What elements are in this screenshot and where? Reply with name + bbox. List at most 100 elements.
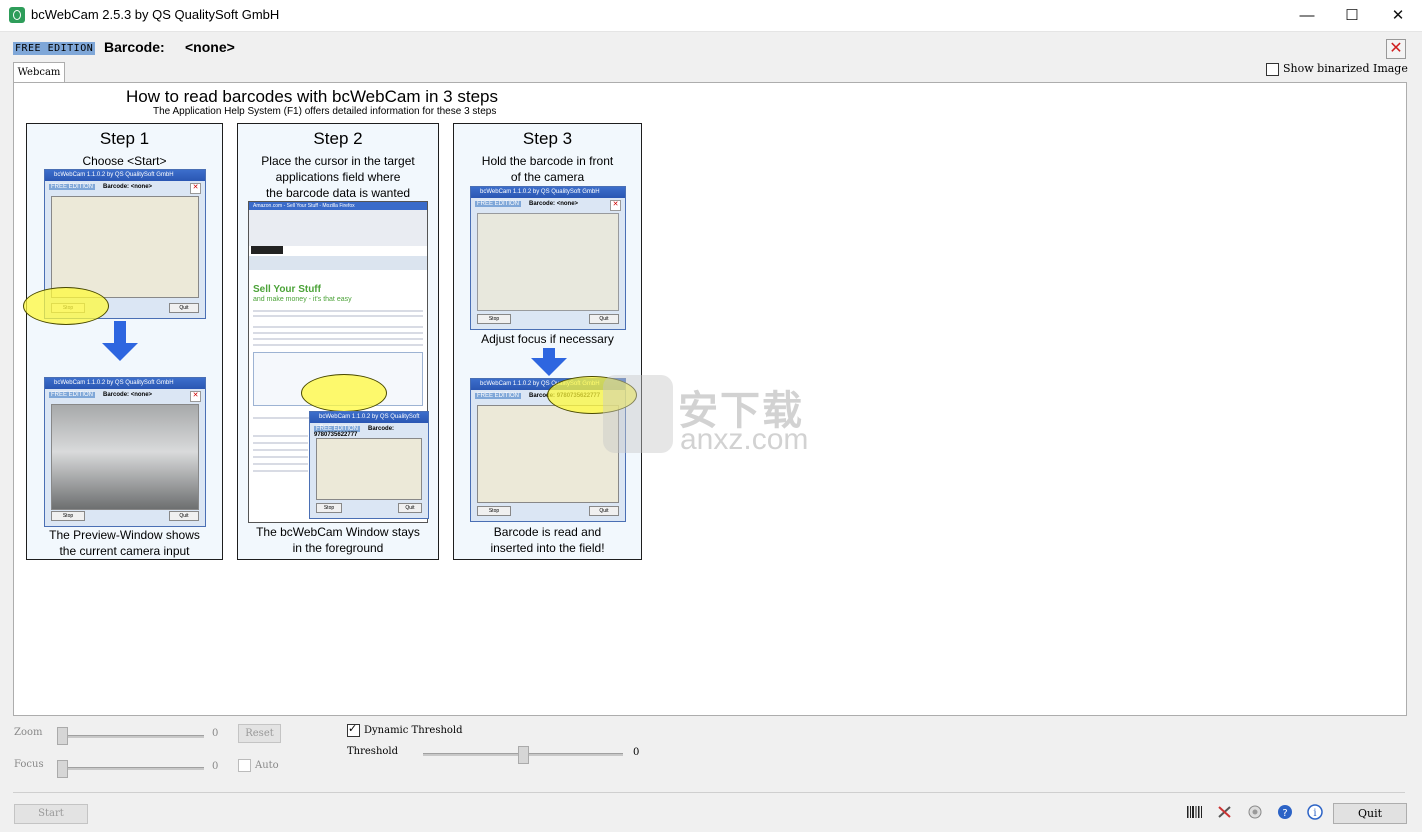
step-title: Step 1 <box>99 129 150 148</box>
threshold-slider-thumb[interactable] <box>518 746 529 764</box>
tutorial-title: How to read barcodes with bcWebCam in 3 … <box>126 87 498 106</box>
mini-badge: FREE EDITION <box>49 392 96 398</box>
zoom-slider-track[interactable] <box>58 735 204 738</box>
step-title: Step 2 <box>313 129 363 148</box>
focus-slider-track[interactable] <box>58 767 204 770</box>
step-2-card: Step 2 Place the cursor in the target ap… <box>237 123 439 560</box>
step-caption: The bcWebCam Window stays in the foregro… <box>256 525 420 555</box>
step-focus-hint: Adjust focus if necessary <box>481 332 614 346</box>
step-instruction: Hold the barcode in front of the camera <box>481 154 614 184</box>
close-window-button[interactable]: ✕ <box>1375 0 1421 31</box>
mini-badge: FREE EDITION <box>475 393 522 399</box>
step-caption: Barcode is read and inserted into the fi… <box>490 525 605 555</box>
svg-text:?: ? <box>1282 808 1287 819</box>
checkbox-icon[interactable] <box>238 759 251 772</box>
mini-badge: FREE EDITION <box>49 184 96 190</box>
mini-barcode-image <box>316 438 422 500</box>
mini-barcode-label: Barcode: <box>368 426 395 432</box>
arrow-down-icon <box>102 343 138 361</box>
step-caption: The Preview-Window shows the current cam… <box>49 528 200 558</box>
tools-icon[interactable] <box>1215 804 1235 822</box>
zoom-slider-thumb[interactable] <box>57 727 68 745</box>
mini-close-icon: ✕ <box>610 200 621 211</box>
tutorial-subtitle: The Application Help System (F1) offers … <box>153 106 497 117</box>
browser-nav <box>249 256 427 270</box>
auto-label: Auto <box>255 760 279 771</box>
mini-stop-button: Stop <box>51 511 85 521</box>
start-button[interactable]: Start <box>14 804 88 824</box>
browser-headline: Sell Your Stuff <box>253 284 321 295</box>
browser-toolbar <box>249 210 427 246</box>
watermark-text-en: anxz.com <box>680 423 809 456</box>
window-title: bcWebCam 2.5.3 by QS QualitySoft GmbH <box>31 7 280 22</box>
dynamic-threshold-label: Dynamic Threshold <box>364 725 463 736</box>
focus-label: Focus <box>14 759 44 770</box>
focus-value: 0 <box>212 761 219 772</box>
footer-divider <box>13 792 1405 793</box>
browser-title: Amazon.com - Sell Your Stuff - Mozilla F… <box>249 202 427 210</box>
title-bar: bcWebCam 2.5.3 by QS QualitySoft GmbH — … <box>0 0 1422 32</box>
mini-blurry-image <box>477 213 619 311</box>
mini-quit-button: Quit <box>589 314 619 324</box>
mini-window-live: bcWebCam 1.1.0.2 by QS QualitySoft GmbH … <box>44 377 206 527</box>
arrow-stem <box>114 321 126 343</box>
maximize-button[interactable]: ☐ <box>1329 0 1375 31</box>
barcode-label: Barcode: <box>104 39 165 55</box>
reset-button[interactable]: Reset <box>238 724 281 743</box>
clear-close-icon[interactable]: ✕ <box>1386 39 1406 59</box>
mini-window-blurry: bcWebCam 1.1.0.2 by QS QualitySoft GmbH … <box>470 186 626 330</box>
checkbox-icon[interactable] <box>1266 62 1279 76</box>
zoom-label: Zoom <box>14 727 43 738</box>
step-3-card: Step 3 Hold the barcode in front of the … <box>453 123 642 560</box>
mini-title: bcWebCam 1.1.0.2 by QS QualitySoft GmbH <box>45 378 205 389</box>
focus-slider-thumb[interactable] <box>57 760 68 778</box>
browser-logo <box>251 246 283 254</box>
show-binarized-checkbox[interactable]: Show binarized Image <box>1266 62 1408 76</box>
highlight-ellipse <box>301 374 387 412</box>
svg-text:i: i <box>1313 808 1316 819</box>
camera-icon[interactable] <box>1245 804 1265 822</box>
highlight-ellipse <box>23 287 109 325</box>
mini-close-icon: ✕ <box>190 183 201 194</box>
mini-barcode-label: Barcode: <box>529 201 556 207</box>
minimize-button[interactable]: — <box>1284 0 1330 31</box>
mini-window-foreground: bcWebCam 1.1.0.2 by QS QualitySoft GmbH … <box>309 411 429 519</box>
mini-close-icon: ✕ <box>190 391 201 402</box>
mini-stop-button: Stop <box>477 314 511 324</box>
mini-quit-button: Quit <box>169 303 199 313</box>
threshold-label: Threshold <box>347 746 399 757</box>
arrow-stem <box>543 348 555 358</box>
dynamic-threshold-checkbox[interactable]: Dynamic Threshold <box>347 722 463 737</box>
mini-barcode-label: Barcode: <box>103 392 130 398</box>
info-icon[interactable]: i <box>1305 804 1325 822</box>
mini-camera-image <box>51 404 199 510</box>
threshold-value: 0 <box>633 747 640 758</box>
free-edition-badge: FREE EDITION <box>13 42 96 55</box>
mini-title: bcWebCam 1.1.0.2 by QS QualitySoft GmbH <box>471 187 625 198</box>
browser-tagline: and make money - it's that easy <box>253 296 352 303</box>
mini-stop-button: Stop <box>316 503 342 513</box>
zoom-value: 0 <box>212 728 219 739</box>
barcode-value: <none> <box>185 39 235 55</box>
step-instruction: Place the cursor in the target applicati… <box>261 154 415 200</box>
mini-barcode-label: Barcode: <box>103 184 130 190</box>
barcode-icon[interactable] <box>1185 804 1205 822</box>
mini-quit-button: Quit <box>169 511 199 521</box>
quit-button[interactable]: Quit <box>1333 803 1407 824</box>
mini-barcode-value: <none> <box>130 392 153 398</box>
mini-title: bcWebCam 1.1.0.2 by QS QualitySoft GmbH <box>45 170 205 181</box>
mini-title: bcWebCam 1.1.0.2 by QS QualitySoft GmbH <box>310 412 428 431</box>
mini-barcode-value: <none> <box>556 201 579 207</box>
step-1-card: Step 1 Choose <Start> bcWebCam 1.1.0.2 b… <box>23 123 223 560</box>
mini-quit-button: Quit <box>589 506 619 516</box>
app-icon <box>9 7 25 23</box>
checkbox-checked-icon[interactable] <box>347 722 360 737</box>
watermark-shield-icon <box>603 375 673 453</box>
auto-checkbox[interactable]: Auto <box>238 759 279 772</box>
help-icon[interactable]: ? <box>1275 804 1295 822</box>
step-instruction: Choose <Start> <box>82 154 167 168</box>
mini-barcode-value: <none> <box>130 184 153 190</box>
tab-webcam[interactable]: Webcam <box>13 62 65 83</box>
step-title: Step 3 <box>522 129 573 148</box>
mini-sharp-barcode-image <box>477 405 619 503</box>
